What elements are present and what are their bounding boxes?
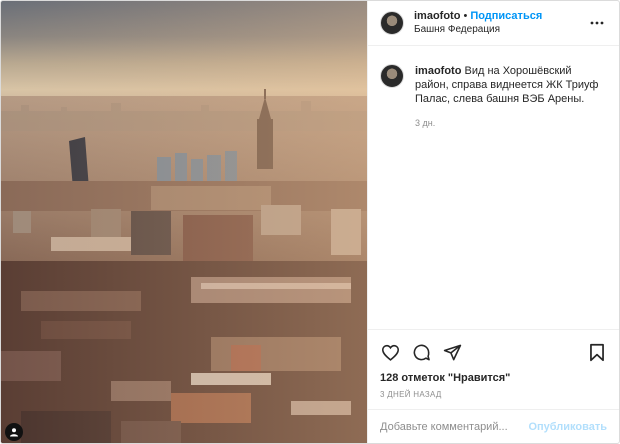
add-comment-bar: Опубликовать [368,409,619,443]
caption-avatar[interactable] [380,64,404,88]
author-info: imaofoto • Подписаться Башня Федерация [414,9,589,37]
author-avatar[interactable] [380,11,404,35]
share-icon[interactable] [442,342,462,362]
instagram-post: imaofoto • Подписаться Башня Федерация ima… [0,0,620,444]
post-date[interactable]: 3 ДНЕЙ НАЗАД [380,390,607,399]
separator-dot: • [463,10,468,22]
follow-button[interactable]: Подписаться [470,10,542,22]
post-location[interactable]: Башня Федерация [414,23,589,37]
tagged-users-icon[interactable] [5,423,23,441]
caption-time[interactable]: 3 дн. [415,116,605,130]
more-options-icon[interactable] [589,15,605,31]
comment-input[interactable] [380,420,529,433]
post-actions: 128 отметок "Нравится" 3 ДНЕЙ НАЗАД [368,329,619,409]
post-sidebar: imaofoto • Подписаться Башня Федерация ima… [367,1,619,443]
likes-count[interactable]: 128 отметок "Нравится" [380,372,607,384]
post-caption: imaofoto Вид на Хорошёвский район, справ… [380,64,605,130]
heart-icon[interactable] [380,342,400,362]
action-icons [380,338,607,366]
comments-section: imaofoto Вид на Хорошёвский район, справ… [368,46,619,329]
post-photo[interactable] [1,1,367,443]
comment-icon[interactable] [411,342,431,362]
publish-button[interactable]: Опубликовать [528,421,607,433]
city-photo-image [1,1,367,443]
caption-body: imaofoto Вид на Хорошёвский район, справ… [415,64,605,130]
post-header: imaofoto • Подписаться Башня Федерация [368,1,619,46]
bookmark-icon[interactable] [587,342,607,362]
author-username[interactable]: imaofoto [414,10,460,22]
caption-username[interactable]: imaofoto [415,65,461,77]
